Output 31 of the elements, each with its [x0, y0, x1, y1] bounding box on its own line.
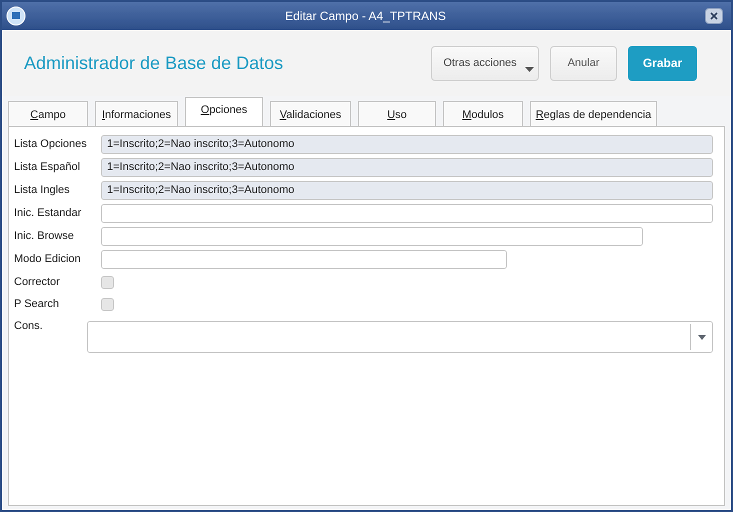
tab[interactable]: Opciones [185, 97, 263, 127]
tab[interactable]: Campo [8, 101, 88, 126]
field-label: Inic. Estandar [14, 206, 82, 221]
checkbox[interactable] [101, 298, 114, 311]
tab[interactable]: Modulos [443, 101, 523, 126]
field-label: Corrector [14, 275, 61, 290]
dropdown-field[interactable] [87, 321, 713, 353]
cancel-button[interactable]: Anular [550, 46, 617, 80]
field-label: Inic. Browse [14, 229, 75, 244]
tab[interactable]: Uso [358, 101, 436, 126]
checkbox[interactable] [101, 276, 114, 289]
other-actions-button[interactable]: Otras acciones [431, 46, 539, 80]
field-label: P Search [14, 297, 60, 312]
field-label: Lista Español [14, 160, 82, 175]
app-logo-icon [6, 6, 26, 26]
header-title: Administrador de Base de Datos [24, 52, 284, 74]
tab[interactable]: Validaciones [270, 101, 351, 126]
field-label: Lista Ingles [14, 183, 71, 198]
input-field[interactable] [101, 250, 507, 269]
field-label: Lista Opciones [14, 137, 88, 152]
input-field[interactable] [101, 227, 643, 246]
input-field[interactable] [101, 204, 713, 223]
caret-icon [525, 66, 534, 72]
tab[interactable]: Reglas de dependencia [530, 101, 657, 126]
window-title: Editar Campo - A4_TPTRANS [284, 8, 447, 25]
close-icon [710, 12, 718, 20]
dropdown-arrow-icon [698, 334, 706, 340]
tab[interactable]: Informaciones [95, 101, 178, 126]
field-label: Cons. [14, 319, 44, 334]
field-label: Modo Edicion [14, 252, 82, 267]
close-button[interactable] [705, 8, 723, 24]
